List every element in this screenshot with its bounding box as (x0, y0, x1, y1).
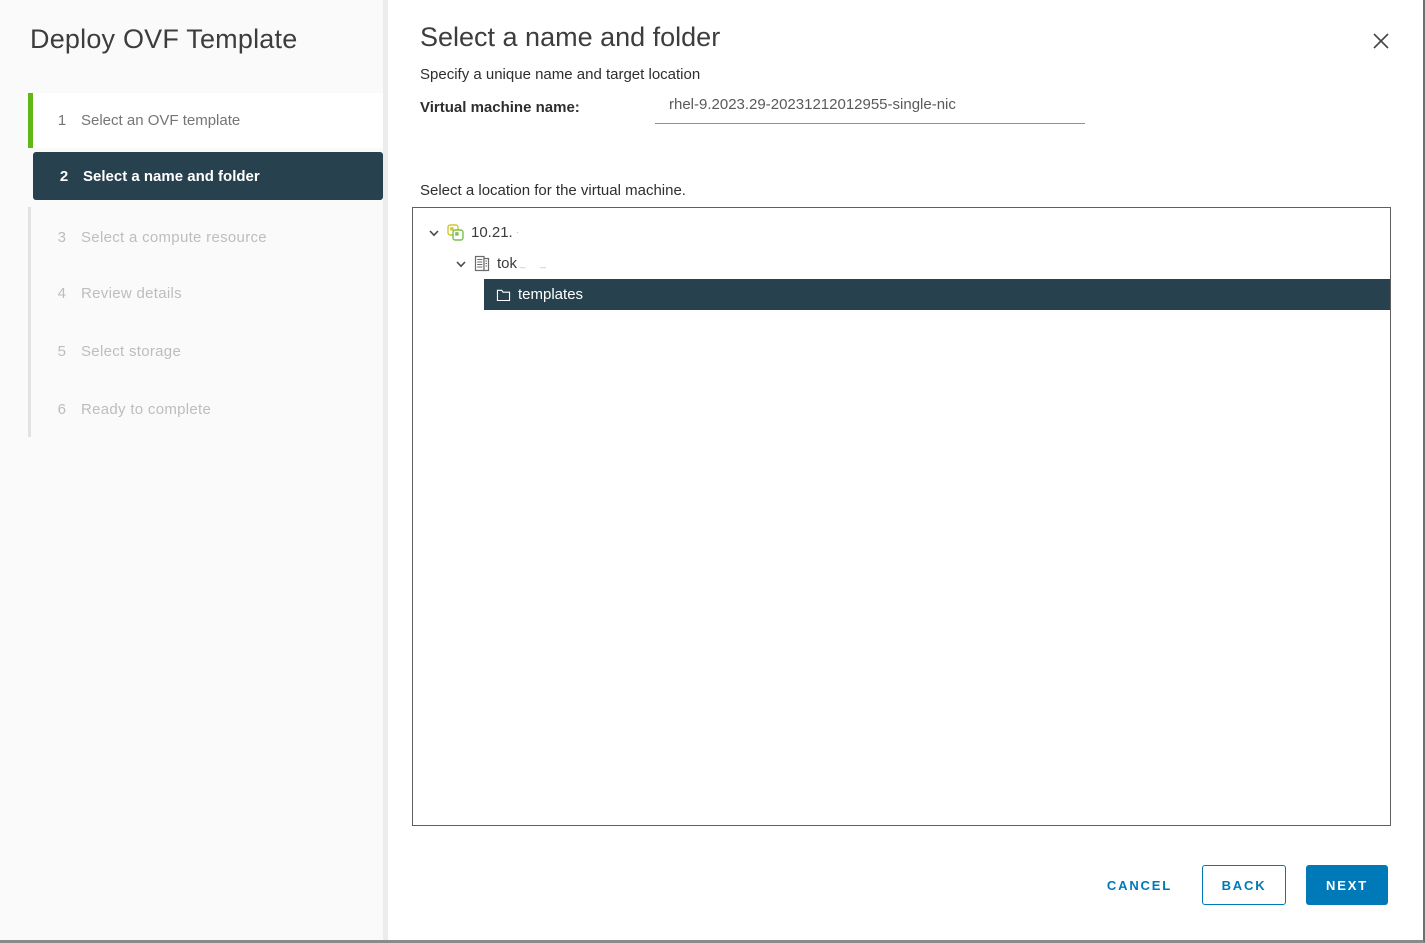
step-label: Select a name and folder (83, 167, 260, 185)
step-label: Ready to complete (81, 400, 212, 418)
step-4-review-details: 4 Review details (28, 278, 383, 308)
close-icon (1370, 30, 1392, 57)
tree-row-vcenter[interactable]: 10.21. · (413, 217, 1390, 248)
wizard-title: Deploy OVF Template (30, 24, 298, 54)
folder-icon (496, 288, 511, 301)
tree-node-label: 10.21. (471, 224, 513, 241)
redacted-text: _ _ (520, 258, 552, 269)
step-3-select-compute-resource: 3 Select a compute resource (28, 222, 383, 252)
step-subtitle: Specify a unique name and target locatio… (420, 66, 701, 83)
step-label: Select storage (81, 342, 182, 360)
close-button[interactable] (1368, 30, 1394, 56)
step-1-select-ovf-template[interactable]: 1 Select an OVF template (28, 93, 383, 148)
tree-row-templates-folder[interactable]: templates (484, 279, 1390, 310)
page-title: Select a name and folder (420, 22, 721, 52)
step-label: Select a compute resource (81, 228, 267, 246)
step-2-select-name-folder[interactable]: 2 Select a name and folder (33, 152, 383, 200)
step-number: 5 (57, 342, 67, 360)
step-label: Select an OVF template (81, 112, 241, 129)
step-5-select-storage: 5 Select storage (28, 336, 383, 366)
tree-node-label: templates (518, 286, 584, 303)
vm-name-label: Virtual machine name: (420, 99, 580, 116)
cancel-button[interactable]: CANCEL (1107, 878, 1172, 893)
step-6-ready-to-complete: 6 Ready to complete (28, 394, 383, 424)
chevron-down-icon[interactable] (428, 227, 440, 239)
location-instruction: Select a location for the virtual machin… (420, 182, 686, 199)
tree-row-datacenter[interactable]: tok _ _ (413, 248, 1390, 279)
back-button[interactable]: BACK (1202, 865, 1286, 905)
deploy-ovf-dialog: Deploy OVF Template 1 Select an OVF temp… (0, 0, 1425, 943)
vm-name-input[interactable] (655, 90, 1085, 124)
step-number: 6 (57, 400, 67, 418)
tree-node-label: tok (497, 255, 518, 272)
step-number: 1 (57, 112, 67, 129)
step-number: 4 (57, 284, 67, 302)
chevron-down-icon[interactable] (455, 258, 467, 270)
next-button[interactable]: NEXT (1306, 865, 1388, 905)
step-number: 3 (57, 228, 67, 246)
redacted-text: · (515, 227, 526, 238)
datacenter-icon (474, 255, 490, 272)
wizard-footer: CANCEL BACK NEXT (1107, 865, 1388, 905)
step-content-panel: Select a name and folder Specify a uniqu… (388, 0, 1423, 940)
step-label: Review details (81, 284, 182, 302)
wizard-sidebar: Deploy OVF Template 1 Select an OVF temp… (0, 0, 383, 940)
inventory-tree: 10.21. · tok _ _ templates (412, 207, 1391, 826)
step-number: 2 (59, 167, 69, 185)
vcenter-icon (447, 224, 464, 241)
